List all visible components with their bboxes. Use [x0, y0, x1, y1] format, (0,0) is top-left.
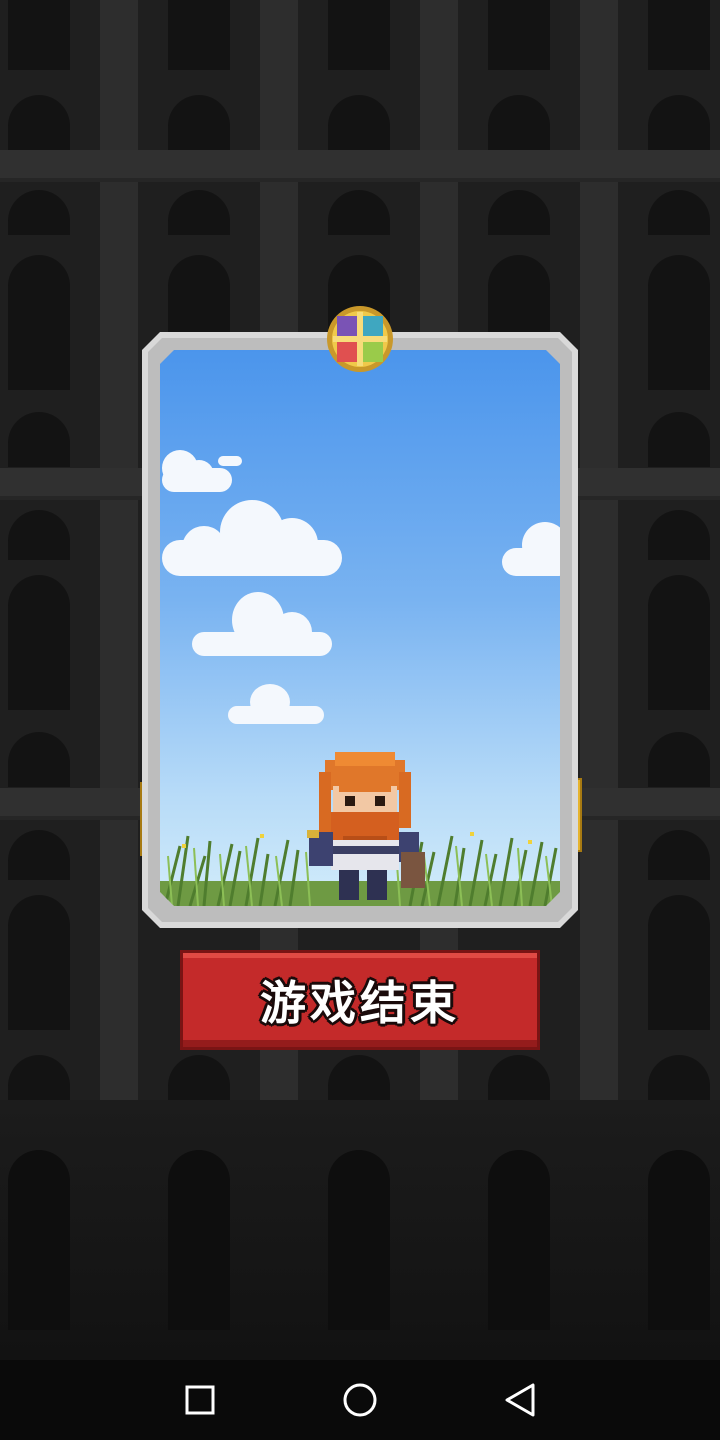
cloud	[218, 456, 242, 466]
cloud	[228, 706, 324, 724]
game-over-screen: 游戏结束	[0, 0, 720, 1440]
circle-icon	[343, 1383, 377, 1417]
recent-apps-button[interactable]	[174, 1374, 226, 1426]
bearded-knight-character	[307, 752, 425, 900]
triangle-back-icon	[505, 1383, 535, 1417]
cloud	[502, 548, 560, 576]
cloud	[192, 632, 332, 656]
cloud	[162, 540, 342, 576]
square-icon	[185, 1385, 215, 1415]
game-over-label: 游戏结束	[260, 976, 460, 1030]
home-button[interactable]	[334, 1374, 386, 1426]
dark-wall-base	[0, 1100, 720, 1360]
game-over-button[interactable]: 游戏结束	[180, 950, 540, 1050]
back-button[interactable]	[494, 1374, 546, 1426]
system-navigation-bar	[0, 1360, 720, 1440]
cloud	[162, 468, 232, 492]
class-emblem-icon	[327, 306, 393, 372]
